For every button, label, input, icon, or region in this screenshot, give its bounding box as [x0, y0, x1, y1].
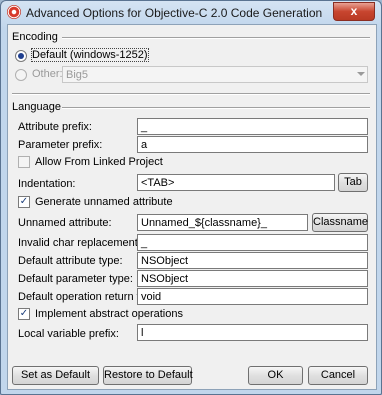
- encoding-other-radio[interactable]: [15, 69, 27, 81]
- allow-linked-checkbox[interactable]: [18, 156, 30, 168]
- section-divider: [12, 93, 370, 95]
- local-variable-prefix-input[interactable]: l: [137, 324, 368, 341]
- allow-linked-label[interactable]: Allow From Linked Project: [35, 156, 163, 168]
- encoding-other-label[interactable]: Other:: [32, 68, 63, 80]
- invalid-char-input[interactable]: _: [137, 234, 368, 251]
- attribute-prefix-label: Attribute prefix:: [18, 121, 92, 133]
- set-as-default-button[interactable]: Set as Default: [12, 366, 99, 385]
- unnamed-attribute-input[interactable]: Unnamed_${classname}_: [137, 214, 308, 231]
- encoding-other-value: Big5: [66, 69, 89, 81]
- local-variable-prefix-label: Local variable prefix:: [18, 328, 119, 340]
- cancel-button[interactable]: Cancel: [308, 366, 368, 385]
- encoding-other-select[interactable]: Big5: [62, 66, 368, 83]
- default-parameter-type-input[interactable]: NSObject: [137, 270, 368, 287]
- dialog-window: Advanced Options for Objective-C 2.0 Cod…: [0, 0, 382, 395]
- implement-abstract-checkbox[interactable]: ✓: [18, 308, 30, 320]
- close-button[interactable]: x: [333, 2, 375, 21]
- generate-unnamed-label[interactable]: Generate unnamed attribute: [35, 196, 173, 208]
- indentation-input[interactable]: <TAB>: [137, 174, 335, 191]
- restore-to-default-button[interactable]: Restore to Default: [103, 366, 193, 385]
- encoding-heading: Encoding: [12, 31, 58, 43]
- encoding-divider: [62, 37, 370, 39]
- ok-button[interactable]: OK: [248, 366, 303, 385]
- unnamed-attribute-label: Unnamed attribute:: [18, 217, 112, 229]
- default-attribute-type-label: Default attribute type:: [18, 255, 123, 267]
- default-return-type-input[interactable]: void: [137, 288, 368, 305]
- language-heading: Language: [12, 101, 61, 113]
- language-divider: [62, 107, 370, 109]
- indentation-label: Indentation:: [18, 178, 76, 190]
- parameter-prefix-input[interactable]: a: [137, 136, 368, 153]
- encoding-default-radio[interactable]: [15, 50, 27, 62]
- tab-button[interactable]: Tab: [338, 173, 368, 192]
- app-logo-icon: [7, 5, 21, 19]
- title-bar[interactable]: Advanced Options for Objective-C 2.0 Cod…: [1, 1, 381, 24]
- attribute-prefix-input[interactable]: _: [137, 118, 368, 135]
- parameter-prefix-label: Parameter prefix:: [18, 139, 103, 151]
- chevron-down-icon: [357, 72, 365, 76]
- dialog-content: Encoding Default (windows-1252) Other: B…: [7, 24, 377, 390]
- classname-button[interactable]: Classname: [312, 213, 368, 232]
- encoding-default-label[interactable]: Default (windows-1252): [31, 48, 149, 62]
- default-parameter-type-label: Default parameter type:: [18, 273, 133, 285]
- invalid-char-label: Invalid char replacement:: [18, 237, 141, 249]
- default-attribute-type-input[interactable]: NSObject: [137, 252, 368, 269]
- generate-unnamed-checkbox[interactable]: ✓: [18, 196, 30, 208]
- window-title: Advanced Options for Objective-C 2.0 Cod…: [26, 6, 323, 20]
- implement-abstract-label[interactable]: Implement abstract operations: [35, 308, 183, 320]
